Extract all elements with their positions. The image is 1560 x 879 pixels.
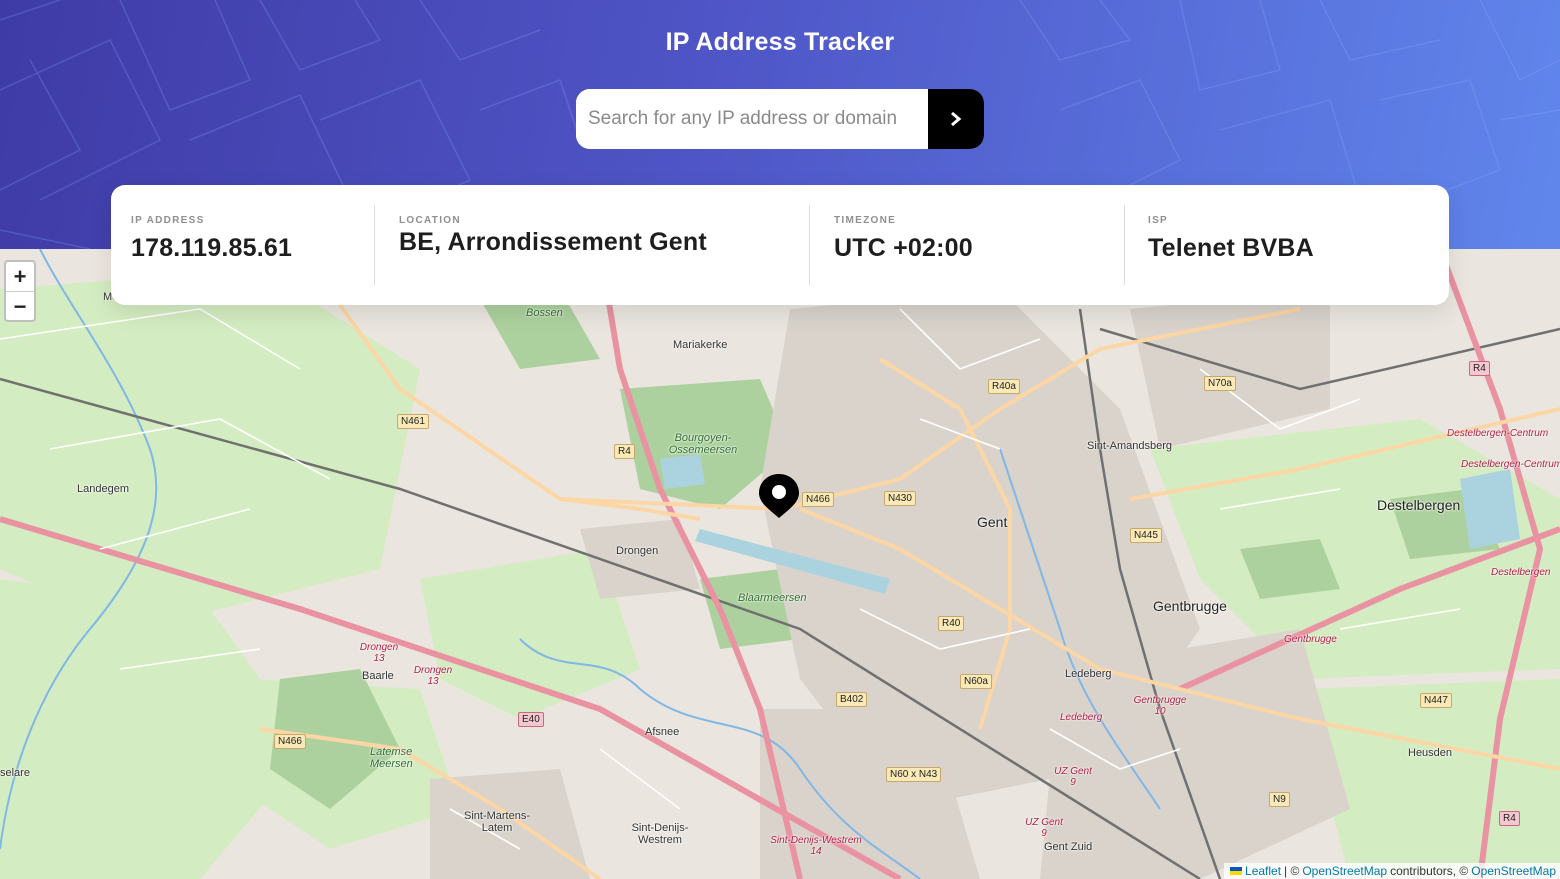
map-label-mariakerke: Mariakerke	[673, 339, 728, 351]
search-input[interactable]	[576, 89, 928, 149]
isp-value: Telenet BVBA	[1148, 234, 1314, 262]
zoom-in-button[interactable]: +	[6, 262, 34, 292]
isp-section: ISP Telenet BVBA	[1124, 185, 1449, 305]
map-label-gentbrugge: Gentbrugge	[1153, 598, 1227, 614]
shield-e40: E40	[518, 712, 544, 727]
openstreetmap-link-2[interactable]: OpenStreetMap	[1471, 864, 1556, 878]
map-label-selare: selare	[0, 767, 30, 779]
shield-r4-west: R4	[614, 444, 635, 459]
map-label-latemse-meersen: Latemse Meersen	[370, 746, 413, 770]
isp-label: ISP	[1148, 215, 1169, 226]
map-label-ledeberg: Ledeberg	[1065, 668, 1112, 680]
map-label-landegem: Landegem	[77, 483, 129, 495]
map-label-bossen: Bossen	[526, 307, 563, 319]
shield-n60-x-n43: N60 x N43	[886, 767, 942, 782]
map-label-gent: Gent	[977, 514, 1008, 530]
map-label-drongen: Drongen	[616, 545, 659, 557]
map-tiles[interactable]	[0, 249, 1560, 879]
map-label-heusden: Heusden	[1408, 747, 1453, 759]
map-label-sint-denijs-westrem: Sint-Denijs-Westrem	[631, 822, 689, 846]
shield-n466-west: N466	[274, 734, 306, 749]
map-label-destelbergen-centrum: Destelbergen-Centrum	[1447, 428, 1549, 439]
ip-address-value: 178.119.85.61	[131, 234, 293, 262]
location-pin-icon[interactable]	[757, 472, 801, 520]
map-label-gentbrugge-pink: Gentbrugge	[1284, 634, 1337, 645]
map-label-drongen-13b: Drongen 13	[413, 665, 453, 687]
map-label-ledeberg-pink: Ledeberg	[1060, 712, 1103, 723]
search-bar	[576, 89, 984, 149]
shield-n447: N447	[1420, 693, 1452, 708]
search-button[interactable]	[928, 89, 984, 149]
shield-b402: B402	[836, 692, 868, 707]
app-title: IP Address Tracker	[665, 28, 895, 56]
page: IP Address Tracker IP ADDRESS 178.119.85…	[0, 0, 1560, 879]
shield-n461: N461	[397, 414, 429, 429]
leaflet-link[interactable]: Leaflet	[1245, 864, 1281, 878]
openstreetmap-link[interactable]: OpenStreetMap	[1302, 864, 1387, 878]
map-label-gent-zuid: Gent Zuid	[1044, 841, 1093, 853]
attribution-separator: | ©	[1284, 864, 1300, 878]
ip-info-card: IP ADDRESS 178.119.85.61 LOCATION BE, Ar…	[111, 185, 1449, 305]
timezone-value: UTC +02:00	[834, 234, 973, 262]
map-label-uz-gent-2: UZ Gent 9	[1025, 817, 1063, 839]
map-label-destelbergen: Destelbergen	[1377, 497, 1461, 513]
shield-n60a: N60a	[960, 674, 992, 689]
map-label-sint-amandsberg: Sint-Amandsberg	[1087, 440, 1172, 452]
map-label-uz-gent: UZ Gent 9	[1054, 766, 1092, 788]
shield-r4-south: R4	[1499, 811, 1520, 826]
zoom-control: + −	[4, 260, 36, 322]
chevron-right-icon	[951, 111, 962, 127]
map-label-baarle: Baarle	[362, 670, 394, 682]
shield-r4-east: R4	[1469, 361, 1490, 376]
map-label-bourgoyen: Bourgoyen-Ossemeersen	[668, 432, 738, 456]
location-label: LOCATION	[399, 215, 461, 226]
map-label-drongen-13: Drongen 13	[359, 642, 399, 664]
map-label-destelbergen-pink: Destelbergen	[1491, 567, 1551, 578]
shield-n70a: N70a	[1204, 376, 1236, 391]
shield-n445: N445	[1130, 528, 1162, 543]
ip-address-section: IP ADDRESS 178.119.85.61	[111, 185, 374, 305]
shield-n9: N9	[1269, 792, 1290, 807]
shield-r40a: R40a	[988, 379, 1020, 394]
location-section: LOCATION BE, Arrondissement Gent	[374, 185, 809, 305]
timezone-label: TIMEZONE	[834, 215, 897, 226]
map[interactable]: Gent Gentbrugge Destelbergen Sint-Amands…	[0, 249, 1560, 879]
shield-n466: N466	[802, 492, 834, 507]
ukraine-flag-icon	[1230, 867, 1243, 875]
ip-address-label: IP ADDRESS	[131, 215, 205, 226]
timezone-section: TIMEZONE UTC +02:00	[809, 185, 1124, 305]
location-value: BE, Arrondissement Gent	[399, 228, 707, 256]
map-attribution: Leaflet | © OpenStreetMap contributors, …	[1224, 863, 1560, 879]
zoom-out-button[interactable]: −	[6, 292, 34, 321]
map-label-sint-martens-latem: Sint-Martens-Latem	[463, 810, 531, 834]
map-label-sint-denijs-westrem-station: Sint-Denijs-Westrem 14	[770, 835, 862, 857]
map-label-gentbrugge-10: Gentbrugge 10	[1133, 695, 1187, 717]
map-label-afsnee: Afsnee	[645, 726, 680, 738]
shield-r40: R40	[938, 616, 965, 631]
attribution-contributors: contributors, ©	[1390, 864, 1469, 878]
map-label-blaarmeersen: Blaarmeersen	[738, 592, 807, 604]
map-label-destelbergen-centrum-2: Destelbergen-Centrum	[1461, 459, 1560, 470]
shield-n430: N430	[884, 491, 916, 506]
